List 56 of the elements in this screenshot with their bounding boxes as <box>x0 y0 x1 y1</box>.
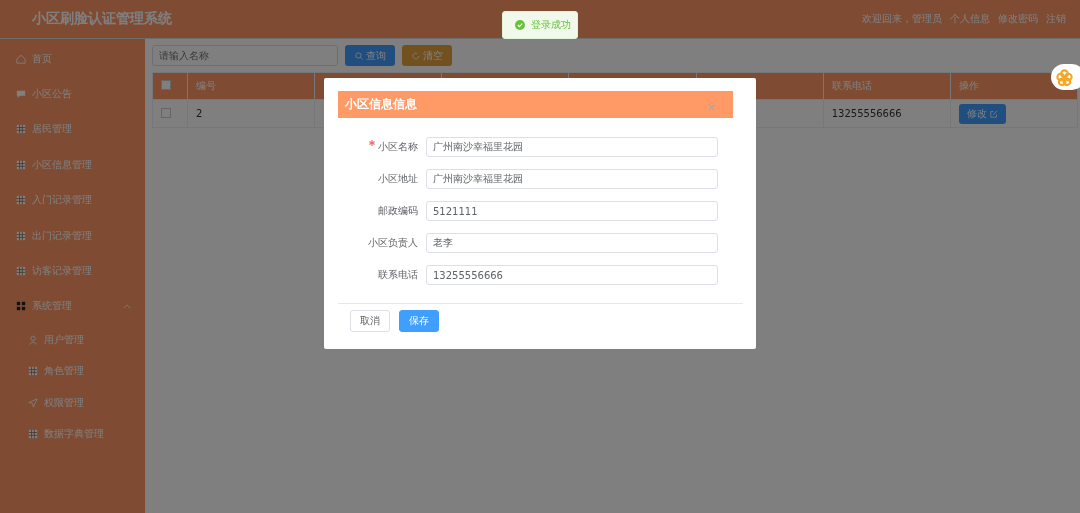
input-field[interactable]: 13255556666 <box>426 265 718 285</box>
submenu-item[interactable]: 用户管理 <box>0 324 145 356</box>
flower-icon <box>1055 67 1074 87</box>
header-link[interactable]: 修改密码 <box>998 12 1038 26</box>
menu-item[interactable]: 首页 <box>0 41 145 77</box>
menu-item[interactable]: 居民管理 <box>0 111 145 148</box>
query-button[interactable]: 查询 <box>345 45 395 66</box>
apps-icon <box>16 301 26 312</box>
menu-item[interactable]: 小区公告 <box>0 76 145 112</box>
check-circle-icon <box>515 20 525 30</box>
floating-widget[interactable] <box>1051 64 1080 90</box>
user-icon <box>28 334 38 345</box>
grid-icon <box>28 429 38 439</box>
home-icon <box>16 53 26 64</box>
column-header: 联系电话 <box>831 80 872 91</box>
grid-icon <box>16 124 26 135</box>
grid-icon <box>16 230 26 241</box>
column-header: 编号 <box>196 80 216 91</box>
input-field[interactable]: 广州南沙幸福里花园 <box>426 169 718 189</box>
close-icon[interactable] <box>708 104 715 111</box>
menu-item[interactable]: 系统管理 <box>0 288 145 325</box>
table-cell: 2 <box>196 108 203 119</box>
submenu-item[interactable]: 角色管理 <box>0 355 145 387</box>
input-field[interactable]: 老李 <box>426 233 718 253</box>
search-icon <box>354 51 363 60</box>
search-field[interactable]: 请输入名称 <box>152 45 338 66</box>
cancel-button[interactable]: 取消 <box>350 310 390 332</box>
field-label: 小区负责人 <box>368 237 418 248</box>
grid-icon <box>16 266 26 277</box>
save-button[interactable]: 保存 <box>399 310 439 332</box>
header-link[interactable]: 欢迎回来，管理员 <box>862 12 942 26</box>
toast-message: 登录成功 <box>531 18 571 32</box>
chat-icon <box>16 89 26 100</box>
refresh-icon <box>411 51 420 60</box>
dialog-title: 小区信息信息 <box>345 96 417 113</box>
input-field[interactable]: 广州南沙幸福里花园 <box>426 137 718 157</box>
app-title: 小区刷脸认证管理系统 <box>32 10 172 28</box>
clear-button[interactable]: 清空 <box>402 45 452 66</box>
header-link[interactable]: 注销 <box>1046 12 1066 26</box>
field-label: 小区地址 <box>378 173 418 184</box>
row-checkbox[interactable] <box>161 107 171 118</box>
grid-icon <box>28 366 38 377</box>
column-header: 操作 <box>958 80 979 91</box>
select-all-checkbox[interactable] <box>161 80 171 90</box>
input-field[interactable]: 5121111 <box>426 201 718 221</box>
grid-icon <box>16 159 26 170</box>
table-cell: 13255556666 <box>831 108 902 119</box>
grid-icon <box>16 195 26 206</box>
edit-icon <box>989 109 998 118</box>
menu-item[interactable]: 小区信息管理 <box>0 147 145 183</box>
edit-button[interactable]: 修改 <box>958 103 1006 124</box>
caret-icon <box>123 303 131 309</box>
field-label: 联系电话 <box>378 269 418 280</box>
field-label: 小区名称 <box>369 141 418 152</box>
send-icon <box>28 397 38 408</box>
field-label: 邮政编码 <box>378 205 418 216</box>
